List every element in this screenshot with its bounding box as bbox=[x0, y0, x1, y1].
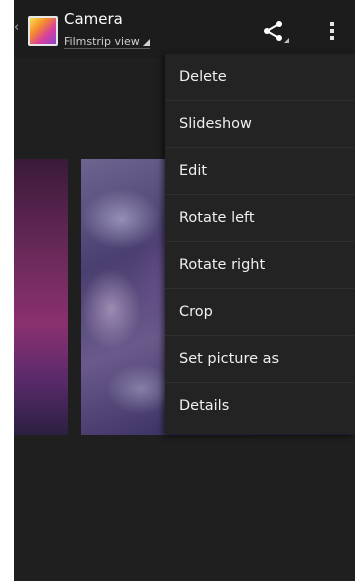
overflow-menu: Delete Slideshow Edit Rotate left Rotate… bbox=[165, 54, 355, 434]
previous-photo[interactable] bbox=[14, 159, 68, 435]
dropdown-triangle-icon bbox=[142, 39, 150, 46]
view-mode-label: Filmstrip view bbox=[64, 35, 140, 48]
overflow-menu-icon bbox=[330, 22, 334, 40]
share-button[interactable] bbox=[260, 18, 290, 44]
action-bar: ‹ Camera Filmstrip view bbox=[14, 0, 355, 58]
menu-item-slideshow[interactable]: Slideshow bbox=[165, 101, 355, 148]
gallery-screen: ‹ Camera Filmstrip view Delete Slideshow… bbox=[14, 0, 355, 581]
menu-item-edit[interactable]: Edit bbox=[165, 148, 355, 195]
view-mode-spinner[interactable]: Filmstrip view bbox=[64, 30, 150, 49]
gallery-icon[interactable] bbox=[28, 16, 58, 46]
menu-item-rotate-left[interactable]: Rotate left bbox=[165, 195, 355, 242]
chevron-left-icon[interactable]: ‹ bbox=[14, 20, 26, 36]
menu-item-details[interactable]: Details bbox=[165, 383, 355, 430]
app-title: Camera bbox=[64, 10, 123, 28]
menu-item-delete[interactable]: Delete bbox=[165, 54, 355, 101]
menu-item-set-picture-as[interactable]: Set picture as bbox=[165, 336, 355, 383]
share-icon bbox=[264, 21, 289, 43]
menu-item-crop[interactable]: Crop bbox=[165, 289, 355, 336]
overflow-menu-button[interactable] bbox=[324, 20, 340, 42]
menu-item-rotate-right[interactable]: Rotate right bbox=[165, 242, 355, 289]
